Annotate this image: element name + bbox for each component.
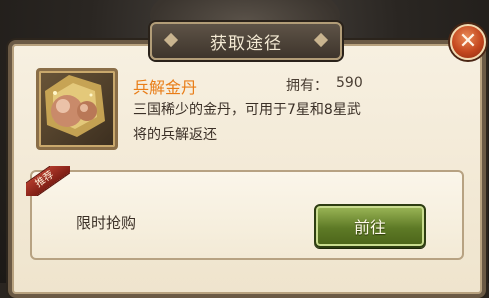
source-name: 限时抢购 xyxy=(76,214,137,232)
golden-pill-icon xyxy=(36,68,118,150)
item-description-line1: 三国稀少的金丹，可用于7星和8星武 xyxy=(133,102,361,118)
dialog-title-tab: 获取途径 xyxy=(150,22,342,60)
go-button[interactable]: 前往 xyxy=(314,204,426,248)
owned-label: 拥有： xyxy=(286,78,328,94)
item-description-line2: 将的兵解返还 xyxy=(133,127,217,143)
recommend-badge-label: 推荐 xyxy=(26,166,70,196)
close-icon: ✕ xyxy=(458,29,478,54)
recommend-badge: 推荐 xyxy=(26,166,70,196)
item-name: 兵解金丹 xyxy=(133,78,198,97)
item-description: 三国稀少的金丹，可用于7星和8星武 将的兵解返还 xyxy=(133,98,403,148)
close-button[interactable]: ✕ xyxy=(450,24,486,60)
owned-count: 590 xyxy=(336,75,363,91)
dialog-title: 获取途径 xyxy=(210,33,282,54)
